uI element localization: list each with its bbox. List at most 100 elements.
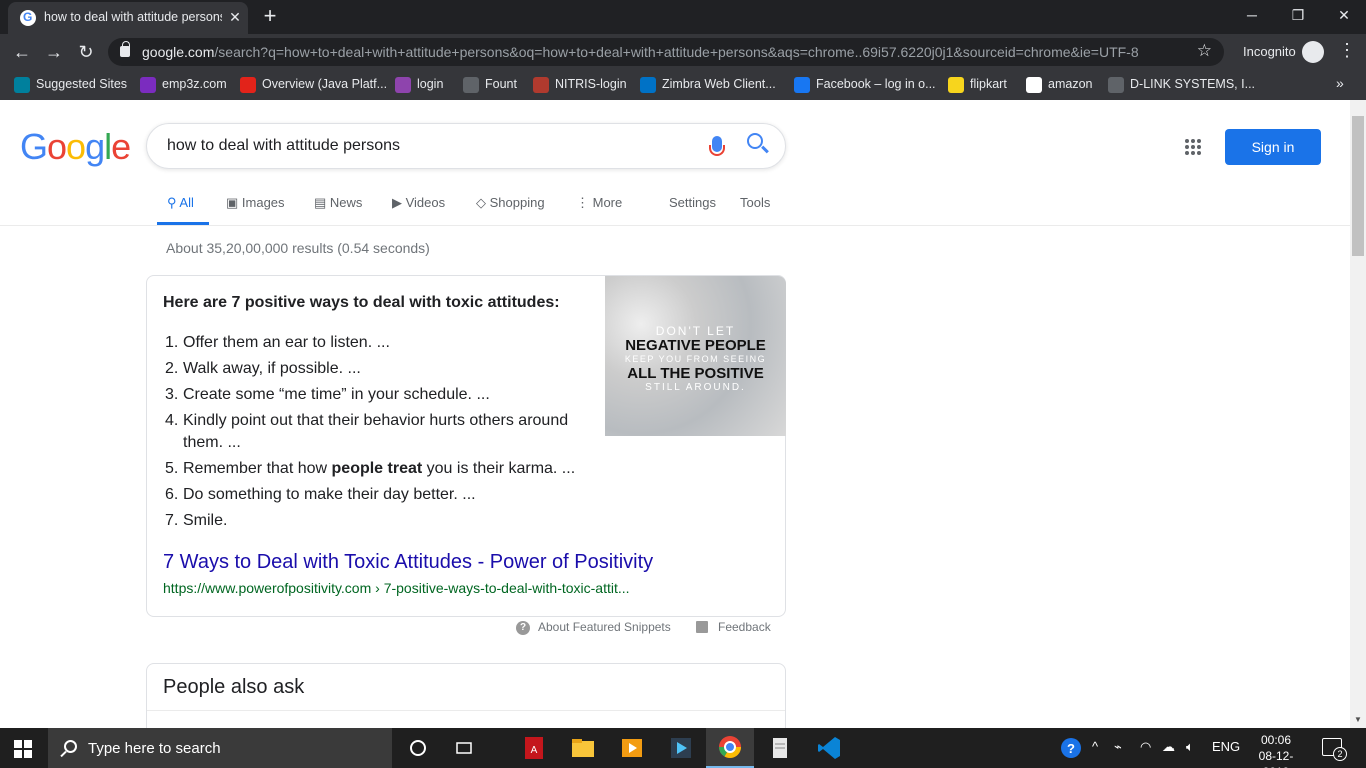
close-tab-icon[interactable]: ✕ (226, 8, 244, 26)
bookmark-item[interactable]: emp3z.com (140, 77, 227, 93)
task-view-icon[interactable] (450, 734, 478, 762)
incognito-icon[interactable] (1302, 41, 1324, 63)
wifi-icon[interactable]: ◠ (1140, 739, 1151, 755)
address-bar[interactable]: google.com/search?q=how+to+deal+with+att… (108, 38, 1224, 66)
list-number: 7. (165, 512, 179, 529)
notepad-icon[interactable] (766, 734, 794, 762)
list-item: 3. Create some “me time” in your schedule… (163, 384, 583, 406)
snippet-list: 1. Offer them an ear to listen. ... 2. Walk… (163, 332, 583, 536)
tab-more[interactable]: ⋮ More (576, 195, 622, 211)
oracle-icon (240, 77, 256, 93)
power-icon[interactable]: ⌁ (1114, 739, 1122, 755)
bookmark-star-icon[interactable]: ☆ (1197, 41, 1212, 61)
facebook-icon (794, 77, 810, 93)
settings-link[interactable]: Settings (669, 195, 716, 210)
scrollbar-thumb[interactable] (1352, 116, 1364, 256)
action-center-icon[interactable]: 2 (1322, 738, 1347, 761)
about-featured-snippets-link[interactable]: ? About Featured Snippets (516, 620, 671, 635)
search-icon[interactable] (747, 133, 763, 149)
list-text: Create some “me time” in your schedule. … (183, 386, 490, 403)
windows-start-icon[interactable] (14, 740, 32, 758)
list-text: Do something to make their day better. .… (183, 486, 476, 503)
list-item: 5. Remember that how people treat you is … (163, 458, 583, 480)
system-clock[interactable]: 00:06 08-12-2019 (1248, 732, 1304, 768)
tab-title: how to deal with attitude persons - Goog… (44, 10, 222, 24)
clock-time: 00:06 (1260, 733, 1292, 747)
vertical-scrollbar[interactable]: ▼ (1350, 100, 1366, 728)
featured-snippet: Here are 7 positive ways to deal with to… (146, 275, 786, 617)
bookmark-item[interactable]: Zimbra Web Client... (640, 77, 776, 93)
search-box[interactable]: how to deal with attitude persons (146, 123, 786, 169)
close-window-icon[interactable]: ✕ (1334, 5, 1354, 25)
reload-icon[interactable]: ↻ (74, 40, 98, 64)
play-icon (140, 77, 156, 93)
menu-icon[interactable]: ⋮ (1338, 40, 1356, 61)
image-text-line: DON'T LET (655, 324, 736, 338)
bookmark-item[interactable]: Suggested Sites (14, 77, 127, 93)
search-input[interactable]: how to deal with attitude persons (167, 137, 400, 155)
list-number: 6. (165, 486, 179, 503)
bookmark-item[interactable]: login (395, 77, 443, 93)
chevron-up-icon[interactable]: ^ (1092, 739, 1098, 754)
bookmark-item[interactable]: amazon (1026, 77, 1092, 93)
file-explorer-icon[interactable] (569, 734, 597, 762)
google-favicon-icon (20, 10, 36, 26)
tab-videos[interactable]: ▶ Videos (392, 195, 445, 211)
sign-in-button[interactable]: Sign in (1225, 129, 1321, 165)
bookmark-label: flipkart (970, 77, 1007, 91)
minimize-icon[interactable]: ─ (1242, 5, 1262, 25)
bookmark-label: login (417, 77, 444, 91)
search-results-page: Google how to deal with attitude persons… (0, 100, 1350, 728)
more-bookmarks-icon[interactable]: » (1336, 75, 1344, 91)
tab-news[interactable]: ▤ News (314, 195, 362, 211)
microphone-icon[interactable] (709, 136, 725, 156)
tab-images[interactable]: ▣ Images (226, 195, 285, 211)
globe-icon (463, 77, 479, 93)
list-item: 4. Kindly point out that their behavior h… (163, 410, 583, 454)
cortana-icon[interactable] (404, 734, 432, 762)
bookmark-item[interactable]: NITRIS-login (533, 77, 627, 93)
video-editor-icon[interactable] (667, 734, 695, 762)
new-tab-icon[interactable]: + (258, 5, 282, 29)
bookmark-label: Facebook – log in o... (816, 77, 936, 91)
google-apps-icon[interactable] (1185, 139, 1201, 155)
bookmark-item[interactable]: Facebook – log in o... (794, 77, 936, 93)
bookmark-item[interactable]: Fount (463, 77, 517, 93)
url-text[interactable]: google.com/search?q=how+to+deal+with+att… (142, 44, 1139, 60)
bookmark-item[interactable]: D-LINK SYSTEMS, I... (1108, 77, 1255, 93)
forward-arrow-icon[interactable]: → (42, 40, 66, 64)
active-tab-indicator (157, 222, 209, 225)
language-indicator[interactable]: ENG (1212, 739, 1240, 754)
result-url[interactable]: https://www.powerofpositivity.com › 7-po… (163, 580, 630, 596)
flipkart-icon (948, 77, 964, 93)
taskbar-search[interactable]: Type here to search (48, 728, 392, 768)
bookmark-label: D-LINK SYSTEMS, I... (1130, 77, 1256, 91)
media-player-icon[interactable] (618, 734, 646, 762)
pdf-reader-icon[interactable]: A (520, 734, 548, 762)
bookmark-item[interactable]: flipkart (948, 77, 1007, 93)
vscode-icon[interactable] (815, 734, 843, 762)
svg-text:?: ? (1067, 741, 1075, 756)
people-also-ask-title: People also ask (163, 676, 305, 698)
back-arrow-icon[interactable]: ← (10, 40, 34, 64)
bookmark-item[interactable]: Overview (Java Platf... (240, 77, 387, 93)
nitris-icon (533, 77, 549, 93)
tab-all[interactable]: ⚲ All (167, 195, 194, 211)
bookmark-label: Fount (485, 77, 517, 91)
help-icon[interactable]: ? (1060, 737, 1082, 762)
onedrive-icon[interactable]: ☁ (1162, 739, 1175, 755)
snippet-image[interactable]: DON'T LET NEGATIVE PEOPLE KEEP YOU FROM … (605, 276, 786, 436)
scroll-down-icon[interactable]: ▼ (1354, 715, 1362, 724)
feedback-link[interactable]: Feedback (696, 620, 771, 634)
bing-icon (14, 77, 30, 93)
result-title-link[interactable]: 7 Ways to Deal with Toxic Attitudes - Po… (163, 551, 653, 574)
chrome-taskbar-button[interactable] (706, 728, 754, 768)
browser-tab[interactable]: how to deal with attitude persons - Goog… (8, 2, 248, 34)
google-logo[interactable]: Google (20, 126, 131, 168)
restore-icon[interactable]: ❐ (1288, 5, 1308, 25)
result-stats: About 35,20,00,000 results (0.54 seconds… (166, 240, 430, 256)
bookmark-label: amazon (1048, 77, 1093, 91)
tools-link[interactable]: Tools (740, 195, 770, 210)
volume-icon[interactable]: 🔈︎ (1186, 739, 1194, 755)
tab-shopping[interactable]: ◇ Shopping (476, 195, 545, 211)
